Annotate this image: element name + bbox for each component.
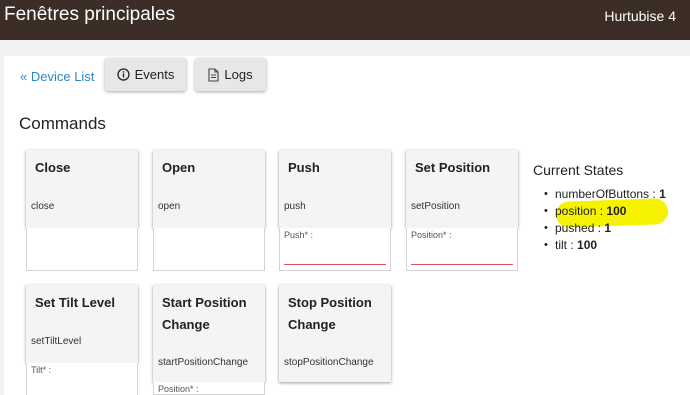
state-value: 100 bbox=[577, 238, 598, 252]
command-params bbox=[26, 228, 138, 271]
position-param-label: Position* : bbox=[411, 230, 452, 240]
command-params: Tilt* : bbox=[26, 363, 138, 395]
push-param-label: Push* : bbox=[284, 230, 314, 240]
hub-name[interactable]: Hurtubise 4 bbox=[604, 8, 676, 24]
command-params: Position* : bbox=[153, 382, 265, 395]
set-position-command-button[interactable]: Set Position setPosition bbox=[406, 150, 518, 228]
push-command-button[interactable]: Push push bbox=[279, 150, 391, 228]
command-card-set-position: Set Position setPosition Position* : bbox=[406, 150, 518, 271]
logs-label: Logs bbox=[224, 67, 253, 82]
command-params bbox=[153, 228, 265, 271]
command-name: Start Position Change bbox=[162, 295, 247, 332]
logs-button[interactable]: Logs bbox=[195, 58, 266, 91]
command-method: push bbox=[284, 201, 306, 212]
events-button[interactable]: Events bbox=[105, 58, 186, 91]
current-states-heading: Current States bbox=[533, 162, 624, 178]
command-name: Set Tilt Level bbox=[35, 295, 115, 310]
command-name: Open bbox=[162, 160, 196, 175]
close-command-button[interactable]: Close close bbox=[26, 150, 138, 228]
command-name: Set Position bbox=[415, 160, 491, 175]
state-item: position : 100 bbox=[544, 203, 666, 220]
position-param-input[interactable] bbox=[411, 264, 513, 265]
command-method: stopPositionChange bbox=[284, 357, 374, 368]
app-header: Fenêtres principales Hurtubise 4 bbox=[0, 0, 690, 40]
current-states-list: numberOfButtons : 1 position : 100 pushe… bbox=[544, 186, 666, 254]
stop-position-change-command-button[interactable]: Stop Position Change stopPositionChange bbox=[279, 285, 391, 382]
state-item: numberOfButtons : 1 bbox=[544, 186, 666, 203]
set-tilt-level-command-button[interactable]: Set Tilt Level setTiltLevel bbox=[26, 285, 138, 363]
command-method: setPosition bbox=[411, 201, 460, 212]
state-name: position bbox=[555, 204, 597, 218]
command-card-open: Open open bbox=[153, 150, 265, 271]
command-name: Close bbox=[35, 160, 71, 175]
command-card-close: Close close bbox=[26, 150, 138, 271]
command-card-start-position-change: Start Position Change startPositionChang… bbox=[153, 285, 265, 395]
command-method: close bbox=[31, 201, 55, 212]
command-card-set-tilt-level: Set Tilt Level setTiltLevel Tilt* : bbox=[26, 285, 138, 395]
command-method: startPositionChange bbox=[158, 357, 249, 368]
start-position-change-command-button[interactable]: Start Position Change startPositionChang… bbox=[153, 285, 265, 382]
state-item: pushed : 1 bbox=[544, 220, 666, 237]
state-value: 1 bbox=[604, 221, 612, 235]
start-position-param-label: Position* : bbox=[158, 384, 199, 394]
command-name: Stop Position Change bbox=[288, 295, 372, 332]
state-name: numberOfButtons bbox=[555, 187, 650, 201]
command-name: Push bbox=[288, 160, 320, 175]
state-value: 1 bbox=[659, 187, 666, 201]
open-command-button[interactable]: Open open bbox=[153, 150, 265, 228]
state-value: 100 bbox=[606, 204, 627, 218]
commands-heading: Commands bbox=[19, 114, 106, 133]
command-method: open bbox=[158, 201, 181, 212]
state-name: tilt bbox=[555, 238, 567, 252]
events-label: Events bbox=[134, 67, 175, 82]
device-list-link[interactable]: « Device List bbox=[20, 69, 94, 84]
state-name: pushed bbox=[555, 221, 595, 235]
command-method: setTiltLevel bbox=[31, 336, 82, 347]
page-title: Fenêtres principales bbox=[4, 4, 176, 25]
command-card-push: Push push Push* : bbox=[279, 150, 391, 271]
command-card-stop-position-change: Stop Position Change stopPositionChange bbox=[279, 285, 391, 385]
command-params: Position* : bbox=[406, 228, 518, 271]
command-params: Push* : bbox=[279, 228, 391, 271]
document-icon bbox=[208, 67, 219, 82]
state-item: tilt : 100 bbox=[544, 237, 666, 254]
info-circle-icon bbox=[116, 68, 130, 81]
push-param-input[interactable] bbox=[284, 264, 386, 265]
tilt-param-label: Tilt* : bbox=[31, 365, 52, 375]
